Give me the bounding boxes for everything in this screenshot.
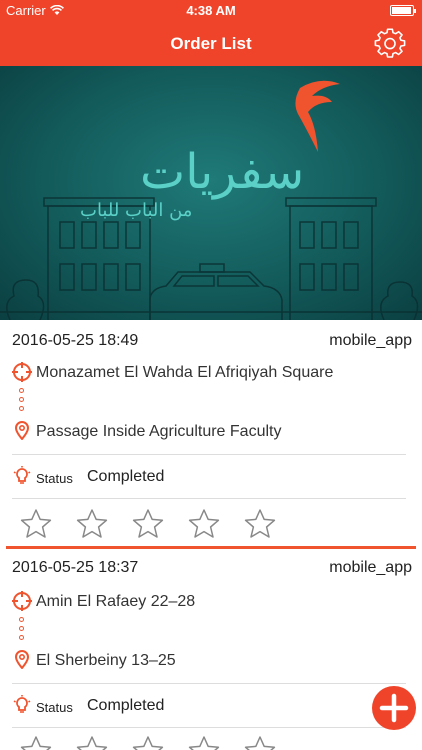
order-card[interactable]: 2016-05-25 18:49 mobile_app Monazamet El…	[0, 320, 422, 547]
star-icon[interactable]	[132, 508, 164, 540]
order-source: mobile_app	[329, 559, 412, 576]
status-value: Completed	[87, 468, 165, 485]
star-icon[interactable]	[188, 735, 220, 750]
divider	[12, 727, 406, 728]
add-order-button[interactable]	[372, 686, 416, 730]
star-icon[interactable]	[188, 508, 220, 540]
battery-icon	[390, 5, 416, 16]
crosshair-icon	[12, 362, 32, 382]
star-icon[interactable]	[244, 508, 276, 540]
clock: 4:38 AM	[186, 3, 236, 18]
dropoff-location: El Sherbeiny 13–25	[36, 652, 176, 669]
lightbulb-icon	[13, 695, 31, 713]
rating-stars[interactable]	[20, 508, 276, 540]
brand-logo-text: سفريات	[140, 144, 305, 200]
status-value: Completed	[87, 697, 165, 714]
pickup-location: Monazamet El Wahda El Afriqiyah Square	[36, 364, 334, 381]
brand-slogan: من الباب للباب	[80, 200, 193, 221]
star-icon[interactable]	[20, 735, 52, 750]
order-date: 2016-05-25 18:37	[12, 559, 139, 576]
crosshair-icon	[12, 591, 32, 611]
status-label: Status	[36, 471, 73, 486]
route-dots	[19, 617, 25, 644]
pickup-location: Amin El Rafaey 22–28	[36, 593, 196, 610]
location-pin-icon	[14, 650, 30, 669]
route-dots	[19, 388, 25, 415]
star-icon[interactable]	[76, 735, 108, 750]
star-icon[interactable]	[76, 508, 108, 540]
plus-icon	[379, 693, 409, 723]
gear-icon[interactable]	[374, 28, 406, 60]
rating-stars[interactable]	[20, 735, 276, 750]
order-source: mobile_app	[329, 332, 412, 349]
status-label: Status	[36, 700, 73, 715]
star-icon[interactable]	[20, 508, 52, 540]
divider	[12, 454, 406, 455]
page-title: Order List	[170, 34, 252, 53]
order-card[interactable]: 2016-05-25 18:37 mobile_app Amin El Rafa…	[0, 549, 422, 750]
location-pin-icon	[14, 421, 30, 440]
star-icon[interactable]	[132, 735, 164, 750]
status-bar: Carrier 4:38 AM	[0, 0, 422, 22]
brand-banner: سفريات من الباب للباب	[0, 66, 422, 320]
navigation-bar: Order List	[0, 22, 422, 66]
divider	[12, 683, 406, 684]
divider	[12, 498, 406, 499]
lightbulb-icon	[13, 466, 31, 484]
order-date: 2016-05-25 18:49	[12, 332, 139, 349]
dropoff-location: Passage Inside Agriculture Faculty	[36, 423, 282, 440]
star-icon[interactable]	[244, 735, 276, 750]
